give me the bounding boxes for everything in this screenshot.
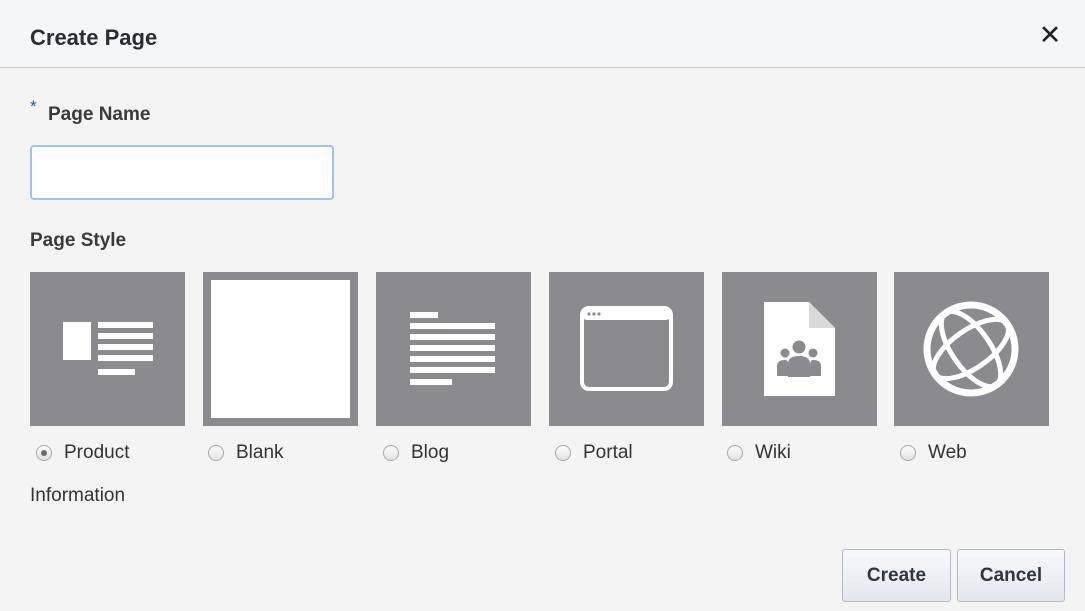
style-option-wiki[interactable]: Wiki <box>727 440 791 466</box>
style-tile-blank[interactable] <box>203 272 358 426</box>
wiki-document-icon <box>764 302 835 396</box>
radio-button-blog[interactable] <box>383 445 399 461</box>
radio-button-blank[interactable] <box>208 445 224 461</box>
radio-button-product-information[interactable] <box>36 445 52 461</box>
style-tile-portal[interactable] <box>549 272 704 426</box>
radio-button-web[interactable] <box>900 445 916 461</box>
style-option-product-information[interactable]: Product <box>36 440 129 466</box>
cancel-button[interactable]: Cancel <box>957 549 1065 602</box>
style-tile-product-information[interactable] <box>30 272 185 426</box>
required-marker: * <box>30 97 37 116</box>
style-option-web[interactable]: Web <box>900 440 967 466</box>
page-name-label: Page Name <box>48 104 151 125</box>
style-option-label: Product <box>64 442 130 463</box>
style-option-label-continued: Information <box>30 485 126 506</box>
style-tile-blog[interactable] <box>376 272 531 426</box>
style-option-blank[interactable]: Blank <box>208 440 284 466</box>
style-option-label: Portal <box>583 442 633 463</box>
radio-button-wiki[interactable] <box>727 445 743 461</box>
page-name-input[interactable] <box>30 145 334 200</box>
radio-button-portal[interactable] <box>555 445 571 461</box>
create-button[interactable]: Create <box>842 549 951 602</box>
blank-page-icon <box>211 280 350 418</box>
page-style-label: Page Style <box>30 230 127 251</box>
dialog-header: Create Page ✕ <box>0 0 1085 68</box>
web-globe-icon <box>923 301 1019 397</box>
style-option-portal[interactable]: Portal <box>555 440 633 466</box>
style-option-blog[interactable]: Blog <box>383 440 449 466</box>
close-icon[interactable]: ✕ <box>1035 20 1065 50</box>
portal-window-icon <box>580 306 673 391</box>
product-information-icon <box>63 322 153 375</box>
dialog-title: Create Page <box>30 25 158 50</box>
style-option-label: Web <box>928 442 967 463</box>
style-option-label: Wiki <box>755 442 791 463</box>
style-tile-web[interactable] <box>894 272 1049 426</box>
style-option-label: Blog <box>411 442 450 463</box>
style-option-label: Blank <box>236 442 284 463</box>
style-tile-wiki[interactable] <box>722 272 877 426</box>
blog-icon <box>410 312 495 385</box>
